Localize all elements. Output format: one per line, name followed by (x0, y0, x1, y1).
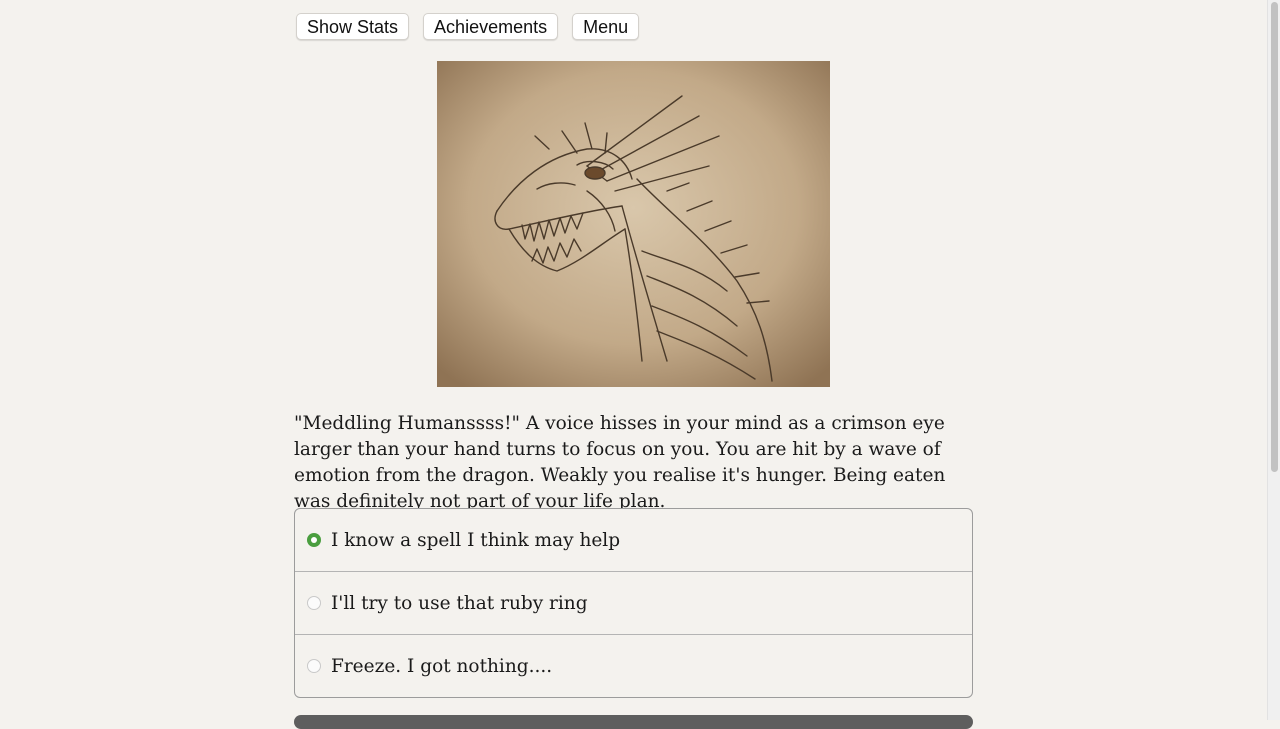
achievements-button[interactable]: Achievements (423, 13, 559, 40)
choice-list: I know a spell I think may help I'll try… (294, 508, 973, 698)
top-toolbar: Show Stats Achievements Menu (296, 13, 640, 40)
dragon-head-icon (437, 61, 830, 387)
choice-label: I'll try to use that ruby ring (331, 592, 588, 614)
radio-selected-icon[interactable] (307, 533, 321, 547)
choice-option-freeze[interactable]: Freeze. I got nothing.... (295, 634, 972, 697)
radio-unselected-icon[interactable] (307, 659, 321, 673)
scrollbar-thumb[interactable] (1271, 2, 1278, 472)
choice-option-spell[interactable]: I know a spell I think may help (295, 509, 972, 571)
show-stats-button[interactable]: Show Stats (296, 13, 410, 40)
menu-button[interactable]: Menu (572, 13, 640, 40)
radio-unselected-icon[interactable] (307, 596, 321, 610)
choice-option-ruby-ring[interactable]: I'll try to use that ruby ring (295, 571, 972, 634)
story-text: "Meddling Humanssss!" A voice hisses in … (294, 413, 946, 512)
scrollbar[interactable] (1267, 0, 1280, 720)
choice-label: Freeze. I got nothing.... (331, 655, 553, 677)
choice-label: I know a spell I think may help (331, 529, 621, 551)
dragon-illustration (437, 61, 830, 387)
next-button[interactable] (294, 715, 973, 729)
